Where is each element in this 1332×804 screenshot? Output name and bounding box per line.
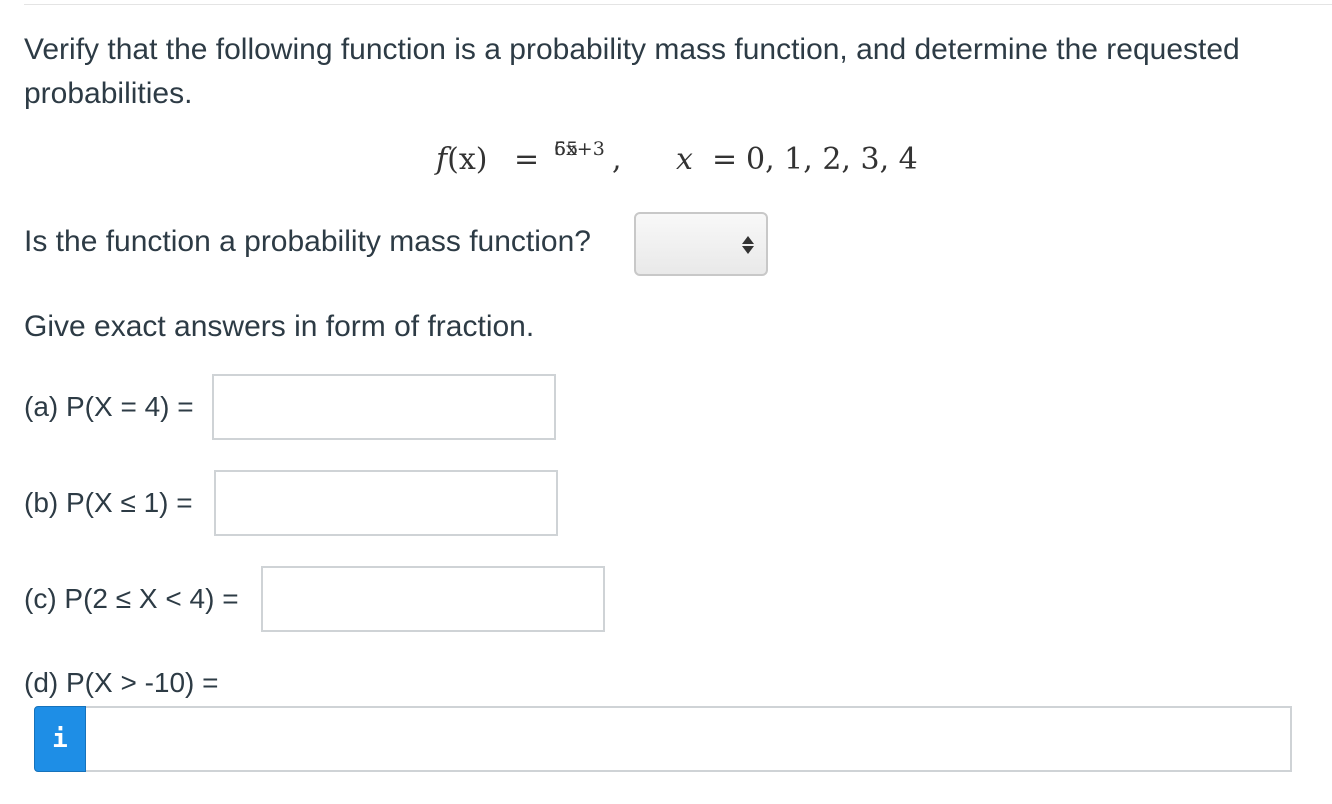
domain-variable: x xyxy=(676,142,693,177)
domain-equals: = xyxy=(712,142,738,177)
part-c-label: (c) P(2 ≤ X < 4) = xyxy=(24,583,239,614)
part-a-answer-input[interactable] xyxy=(212,374,556,440)
domain-values: 0, 1, 2, 3, 4 xyxy=(746,142,918,177)
formula-comma: , xyxy=(612,142,622,177)
info-icon[interactable]: i xyxy=(34,706,86,772)
part-d-label: (d) P(X > -10) = xyxy=(24,667,219,698)
top-divider xyxy=(24,4,1332,5)
instructions: Give exact answers in form of fraction. xyxy=(24,310,535,343)
pmf-question: Is the function a probability mass funct… xyxy=(24,225,591,258)
pmf-answer-select[interactable] xyxy=(634,212,768,276)
formula-lhs: f(x) xyxy=(436,142,488,177)
formula-equals: = xyxy=(514,142,540,177)
up-down-arrows-icon xyxy=(742,236,754,256)
part-c-answer-input[interactable] xyxy=(261,566,605,632)
part-b-label: (b) P(X ≤ 1) = xyxy=(24,487,193,518)
fraction-denominator: 65 xyxy=(554,138,579,160)
part-d-answer-input[interactable] xyxy=(86,706,1292,772)
question-intro: Verify that the following function is a … xyxy=(24,33,1240,110)
part-b-answer-input[interactable] xyxy=(214,470,558,536)
part-a-label: (a) P(X = 4) = xyxy=(24,391,194,422)
